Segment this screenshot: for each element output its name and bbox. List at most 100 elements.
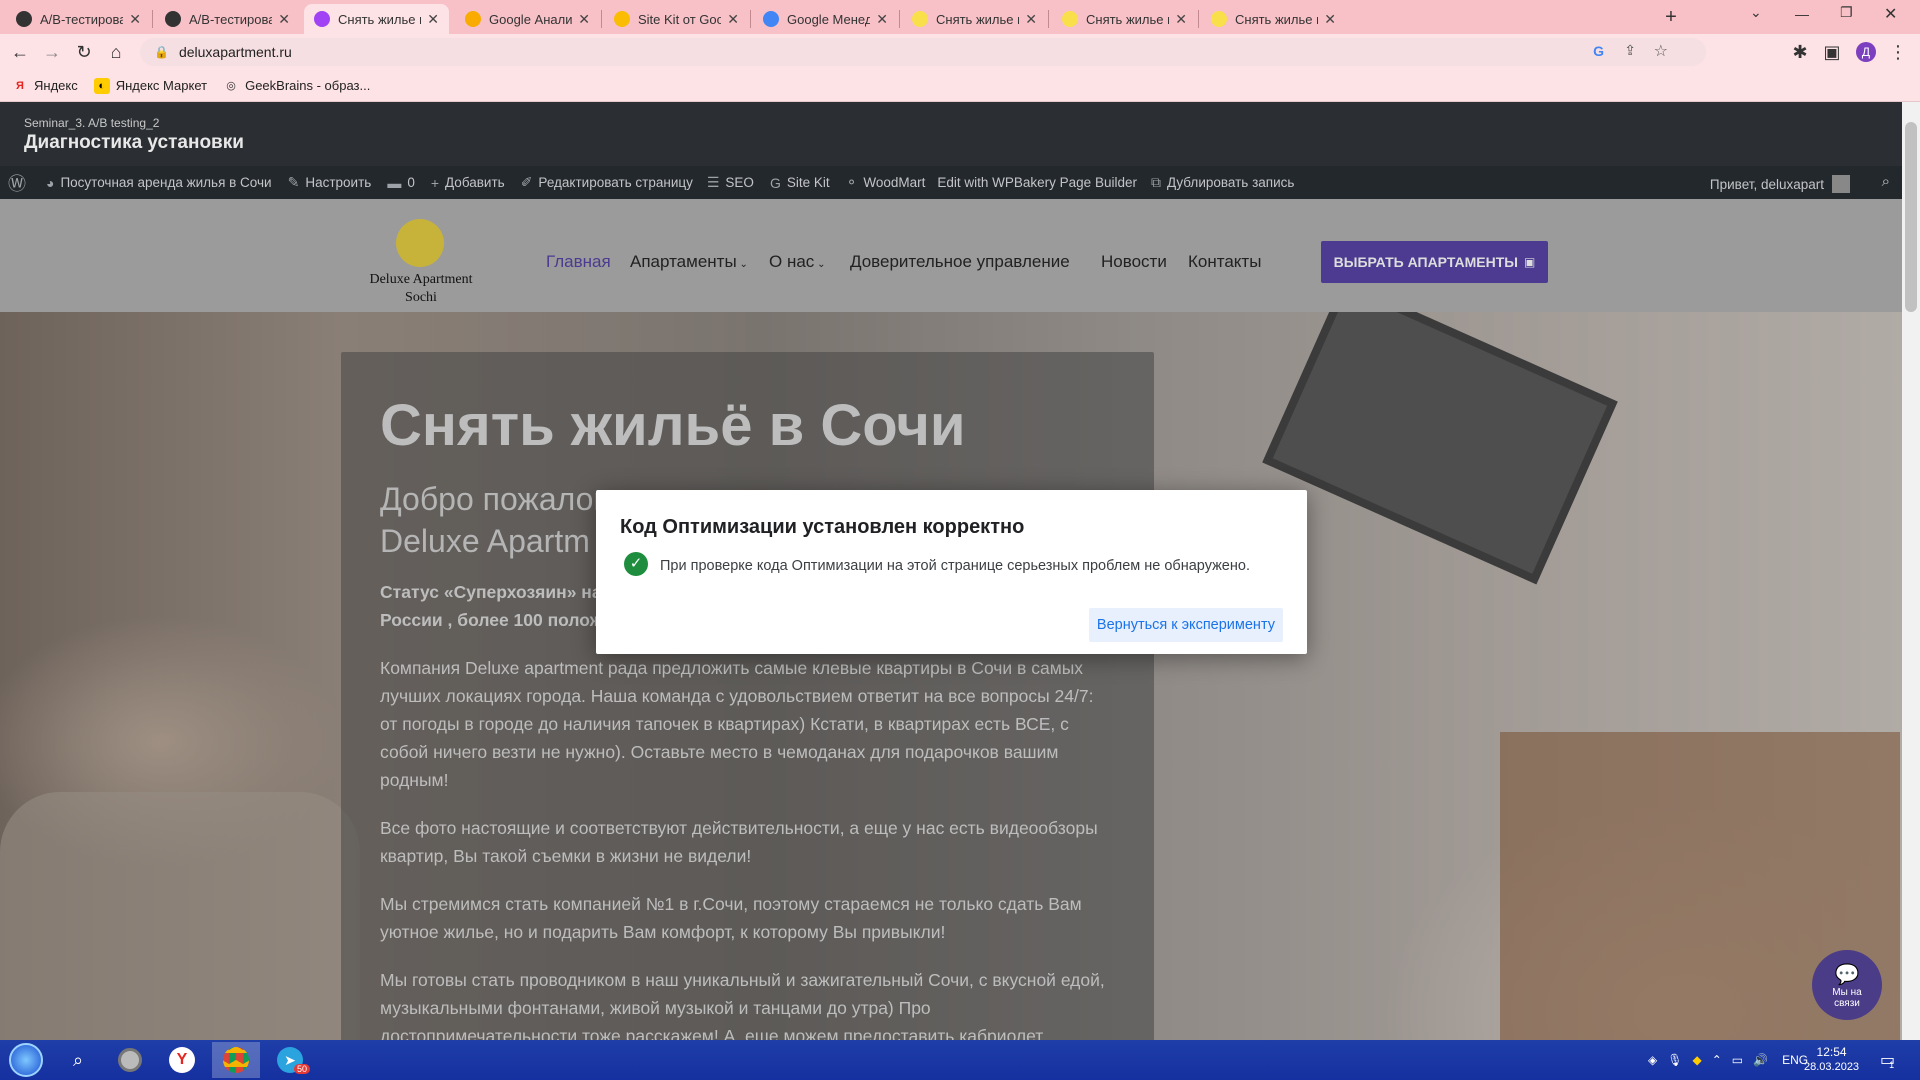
taskbar-app-yandex[interactable]: Y [158,1042,206,1078]
admin-site-name[interactable]: ◕ Посуточная аренда жилья в Сочи [46,175,272,191]
tab-favicon-icon [314,11,330,27]
home-icon[interactable]: ⌂ [104,40,128,64]
admin-greeting[interactable]: Привет, deluxapart [1710,175,1850,193]
menu-kebab-icon[interactable]: ⋮ [1886,40,1910,64]
restore-icon[interactable]: ❐ [1840,4,1853,21]
taskbar-app-chrome[interactable] [212,1042,260,1078]
lock-icon: 🔒 [154,45,169,59]
tab-close-icon[interactable]: ✕ [578,11,590,28]
logo-text[interactable]: Deluxe Apartment Sochi [356,271,486,307]
tray-network-icon[interactable]: ◈ [1648,1053,1657,1067]
profile-avatar[interactable]: Д [1856,42,1876,62]
intro-paragraph: Компания Deluxe apartment рада предложит… [380,658,1094,790]
close-window-icon[interactable]: ✕ [1884,4,1897,24]
tab-close-icon[interactable]: ✕ [727,11,739,28]
chat-widget-button[interactable]: 💬 Мы на связи [1812,950,1882,1020]
page-title: Диагностика установки [24,132,244,153]
comment-icon: ▬ [387,174,402,191]
browser-tab[interactable]: Снять жилье в Сочи п ✕ [304,4,449,34]
tray-chevron-icon[interactable]: ⌃ [1712,1053,1722,1067]
new-tab-button[interactable]: + [1660,6,1682,28]
admin-woodmart[interactable]: ⚬ WoodMart [846,174,926,191]
bookmark-yandex[interactable]: Я Яндекс [12,78,78,94]
tray-monitor-icon[interactable]: ▭ [1732,1053,1743,1067]
search-icon[interactable]: ⌕ [54,1042,102,1078]
taskbar-app-settings[interactable] [106,1042,154,1078]
chrome-icon [223,1047,249,1073]
browser-tab[interactable]: A/B-тестирование ве ✕ [155,4,300,34]
tray-mic-icon[interactable]: 🎙 [1667,1053,1682,1067]
nav-about[interactable]: О нас ⌄ [769,252,825,272]
tab-close-icon[interactable]: ✕ [1025,11,1037,28]
nav-apartments[interactable]: Апартаменты ⌄ [630,252,748,272]
nav-home[interactable]: Главная [546,252,611,272]
start-button[interactable] [2,1042,50,1078]
tab-close-icon[interactable]: ✕ [278,11,290,28]
tray-norton-icon[interactable]: ◆ [1692,1053,1701,1067]
admin-customize[interactable]: ✎ Настроить [288,174,372,191]
address-bar[interactable]: 🔒 deluxapartment.ru G ⇪ ☆ [140,38,1706,66]
side-panel-icon[interactable]: ▣ [1820,40,1844,64]
tab-close-icon[interactable]: ✕ [129,11,141,28]
taskbar-app-telegram[interactable]: ➤ 50 [266,1042,314,1078]
nav-contacts[interactable]: Контакты [1188,252,1261,272]
notifications-button[interactable]: ▭ 1 [1880,1040,1895,1080]
google-translate-icon[interactable]: G [1593,43,1604,59]
brush-icon: ✎ [287,174,300,190]
tab-close-icon[interactable]: ✕ [1324,11,1336,28]
minimize-icon[interactable]: — [1795,6,1809,22]
browser-tab[interactable]: Google Аналитика ✕ [455,4,600,34]
tab-close-icon[interactable]: ✕ [876,11,888,28]
admin-wpbakery[interactable]: Edit with WPBakery Page Builder [937,175,1137,190]
guide-paragraph: Мы готовы стать проводником в наш уникал… [380,970,1105,1040]
copy-icon: ⧉ [1150,174,1161,190]
forward-icon[interactable]: → [40,40,64,64]
avatar [1832,175,1850,193]
tab-close-icon[interactable]: ✕ [1175,11,1187,28]
tab-title: Снять жилье в Сочи [1235,11,1318,27]
admin-add-new[interactable]: + Добавить [431,175,505,191]
logo-emblem-icon[interactable] [396,219,444,267]
nav-trust-management[interactable]: Доверительное управление [850,252,1070,272]
scrollbar-thumb[interactable] [1905,122,1917,312]
clock[interactable]: 12:54 28.03.2023 [1804,1040,1859,1080]
bookmark-yandex-market[interactable]: ◐ Яндекс Маркет [93,77,207,94]
admin-seo[interactable]: ☰ SEO [707,174,754,191]
yandex-browser-icon: Y [169,1047,195,1073]
browser-tab[interactable]: Site Kit от Google Па ✕ [604,4,749,34]
bookmark-geekbrains[interactable]: ◎ GeekBrains - образ... [223,78,370,94]
browser-tab[interactable]: Google Менеджер те ✕ [753,4,898,34]
url-text[interactable]: deluxapartment.ru [179,44,292,60]
browser-tab[interactable]: Снять жилье в Сочи ✕ [1201,4,1346,34]
choose-apartments-button[interactable]: ВЫБРАТЬ АПАРТАМЕНТЫ ▣ [1321,241,1548,283]
admin-search-icon[interactable]: ⌕ [1882,173,1890,190]
tab-separator [750,10,751,28]
wordpress-logo-icon[interactable]: Ⓦ [8,170,32,196]
share-icon[interactable]: ⇪ [1624,42,1636,59]
dialog-title: Код Оптимизации установлен корректно [620,516,1025,538]
tab-favicon-icon [1211,11,1227,27]
back-icon[interactable]: ← [8,40,32,64]
browser-tab[interactable]: Снять жилье в Сочи ✕ [1052,4,1197,34]
tab-close-icon[interactable]: ✕ [427,11,439,28]
admin-site-kit[interactable]: G Site Kit [770,175,830,191]
browser-tab[interactable]: A/B-тестирование ве ✕ [6,4,151,34]
tab-search-icon[interactable]: ⌄ [1750,4,1762,21]
admin-comments[interactable]: ▬ 0 [387,175,415,191]
bookmark-star-icon[interactable]: ☆ [1654,41,1668,61]
diagnostics-dialog: Код Оптимизации установлен корректно ✓ П… [596,490,1307,654]
tray-volume-icon[interactable]: 🔊 [1753,1053,1768,1067]
gear-icon [118,1048,142,1072]
bookmarks-bar: Я Яндекс ◐ Яндекс Маркет ◎ GeekBrains - … [0,70,1920,102]
dialog-message: При проверке кода Оптимизации на этой ст… [660,558,1250,574]
tab-title: Site Kit от Google Па [638,11,722,27]
tab-separator [601,10,602,28]
nav-news[interactable]: Новости [1101,252,1167,272]
admin-duplicate[interactable]: ⧉ Дублировать запись [1151,174,1294,191]
admin-edit-page[interactable]: ✐ Редактировать страницу [521,174,693,191]
return-to-experiment-button[interactable]: Вернуться к эксперименту [1088,608,1283,642]
extensions-icon[interactable]: ✱ [1788,40,1812,64]
browser-tab[interactable]: Снять жилье в Сочи ✕ [902,4,1047,34]
reload-icon[interactable]: ↻ [72,40,96,64]
tab-favicon-icon [614,11,630,27]
